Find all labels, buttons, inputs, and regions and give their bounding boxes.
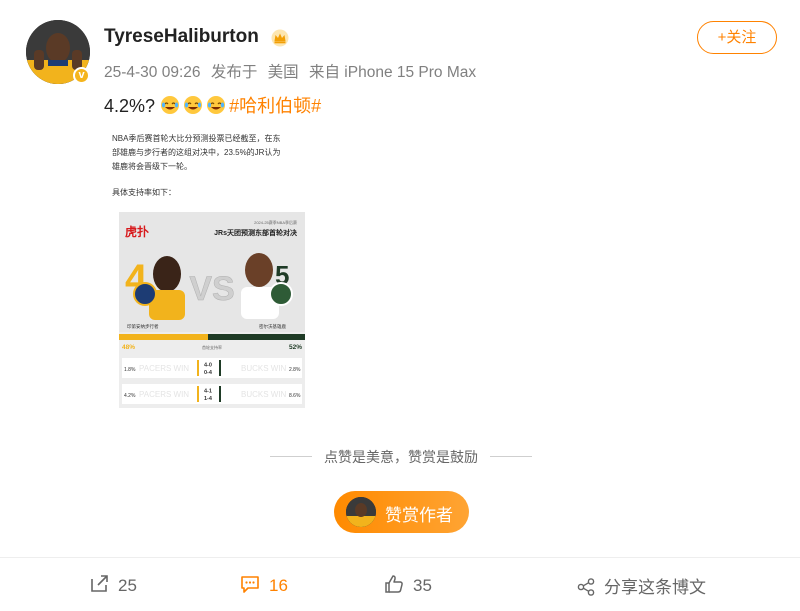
crown-icon: [271, 29, 289, 47]
row-right-ghost: BUCKS WIN: [241, 364, 287, 373]
reward-button-label: 赞赏作者: [385, 506, 453, 525]
reward-author-button[interactable]: 赞赏作者: [334, 491, 469, 533]
hint-divider-right: [490, 456, 532, 457]
poster-subtitle: 2024-25赛季NBA季后赛: [254, 219, 297, 225]
post-source-prefix: 发布于: [210, 64, 258, 81]
comment-action[interactable]: 16: [239, 573, 288, 599]
pct-right: 52%: [289, 344, 302, 351]
share-post-action[interactable]: 分享这条博文: [576, 573, 706, 599]
reward-hint-text: 点赞是美意，赞赏是鼓励: [324, 449, 478, 465]
username[interactable]: TyreseHaliburton: [104, 26, 259, 48]
laugh-cry-emoji-icon: [207, 96, 226, 114]
row-right-ghost: BUCKS WIN: [241, 390, 287, 399]
team-right: 密尔沃基雄鹿: [259, 323, 286, 330]
share-action[interactable]: 25: [88, 573, 137, 599]
image-text-line: 部雄鹿与步行者的这组对决中，23.5%的JR认为: [112, 148, 281, 157]
share-post-label: 分享这条博文: [604, 578, 706, 597]
row-left-pct: 4.2%: [124, 393, 136, 399]
share-icon: [91, 575, 108, 592]
like-count: 35: [413, 576, 432, 595]
image-text-line: NBA季后赛首轮大比分预测投票已经截至，在东: [112, 134, 281, 143]
actions-divider: [0, 557, 800, 558]
share-nodes-icon: [577, 578, 595, 596]
team-left: 印第安纳步行者: [127, 323, 159, 330]
prediction-poster: 虎扑 2024-25赛季NBA季后赛 JRs天团预测东部首轮对决 4 5 VS …: [119, 212, 305, 408]
hashtag-link[interactable]: #哈利伯顿#: [229, 96, 321, 116]
poster-brand: 虎扑: [125, 224, 149, 239]
comment-count: 16: [269, 576, 288, 595]
image-text-line: 具体支持率如下：: [112, 188, 176, 197]
row-score1: 4-1: [204, 389, 212, 395]
post-text: 4.2%? #哈利伯顿#: [104, 92, 321, 118]
laugh-cry-emoji-icon: [184, 96, 203, 114]
post-location: 美国: [267, 64, 299, 81]
post-meta: 25-4-30 09:26 发布于 美国 来自 iPhone 15 Pro Ma…: [104, 60, 482, 82]
row-left-ghost: PACERS WIN: [139, 364, 189, 373]
row-left-pct: 1.8%: [124, 367, 136, 373]
pct-mid-label: 首轮支持率: [202, 344, 222, 350]
poster-graphic: 虎扑 2024-25赛季NBA季后赛 JRs天团预测东部首轮对决 4 5 VS …: [119, 212, 305, 408]
row-left-ghost: PACERS WIN: [139, 390, 189, 399]
hint-divider-left: [270, 456, 312, 457]
reward-hint: 点赞是美意，赞赏是鼓励: [270, 447, 532, 467]
weibo-post-card: v TyreseHaliburton 25-4-30 09:26 发布于 美国 …: [0, 0, 800, 611]
row-score1: 4-0: [204, 363, 212, 369]
poster-title: JRs天团预测东部首轮对决: [214, 228, 298, 237]
post-image[interactable]: NBA季后赛首轮大比分预测投票已经截至，在东 部雄鹿与步行者的这组对决中，23.…: [104, 122, 324, 418]
row-right-pct: 8.6%: [289, 393, 301, 399]
laugh-cry-emoji-icon: [161, 96, 180, 114]
support-bar-right: [208, 334, 305, 340]
like-action[interactable]: 35: [383, 573, 432, 599]
thumbs-up-icon: [385, 575, 403, 593]
pct-left: 48%: [122, 344, 135, 351]
share-count: 25: [118, 576, 137, 595]
support-bar-left: [119, 334, 208, 340]
post-device: 来自 iPhone 15 Pro Max: [309, 64, 477, 81]
post-text-body: 4.2%?: [104, 96, 156, 116]
row-score2: 1-4: [204, 396, 213, 402]
post-time[interactable]: 25-4-30 09:26: [104, 64, 201, 81]
row-score2: 0-4: [204, 370, 213, 376]
follow-button[interactable]: +关注: [697, 21, 777, 54]
verified-badge-icon: v: [73, 67, 90, 84]
image-text-line: 雄鹿将会晋级下一轮。: [112, 162, 192, 171]
comment-icon: [241, 576, 259, 593]
vs-text: VS: [189, 270, 234, 308]
row-right-pct: 2.8%: [289, 367, 301, 373]
reward-avatar: [346, 497, 376, 527]
